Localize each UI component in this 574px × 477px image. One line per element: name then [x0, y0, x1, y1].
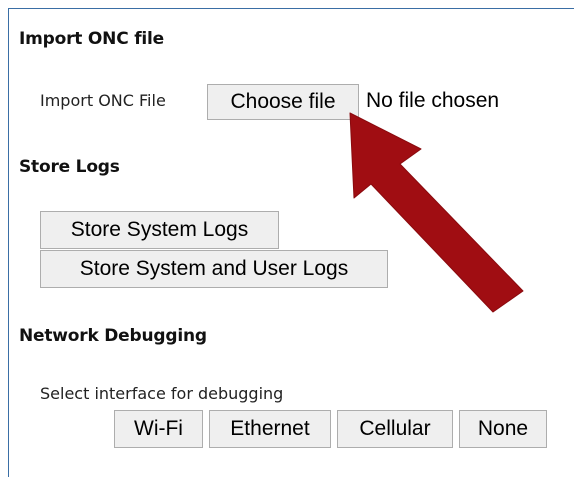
red-arrow-icon: [349, 112, 524, 313]
